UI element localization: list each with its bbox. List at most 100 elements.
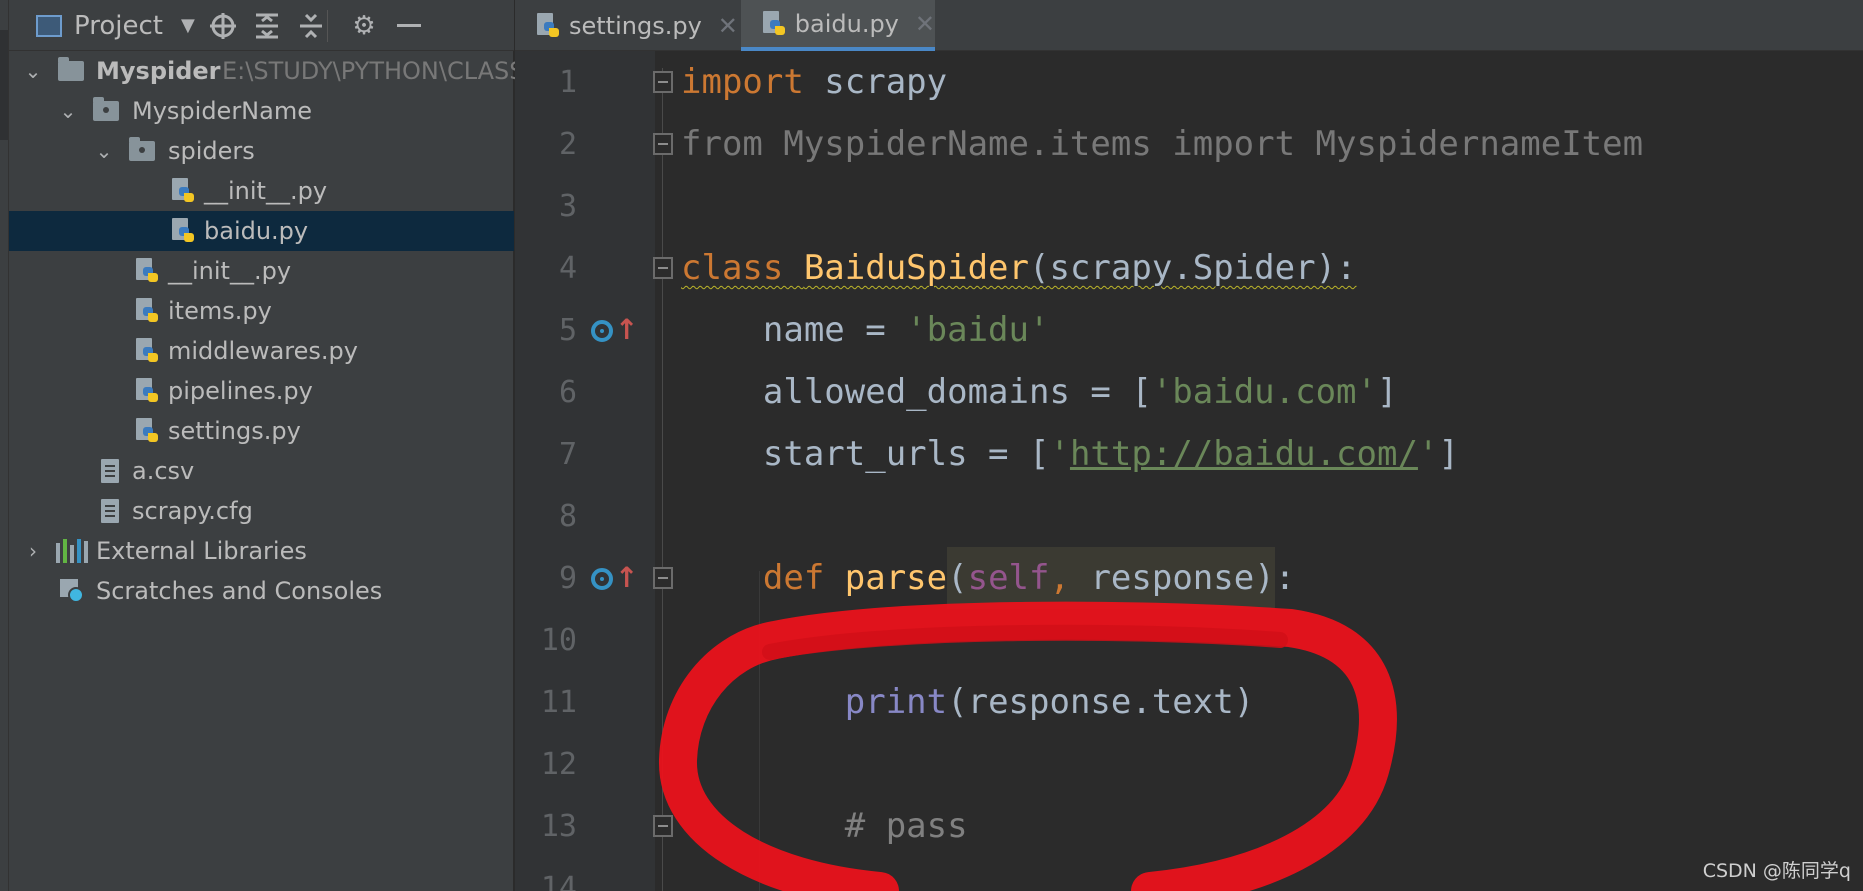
watermark: CSDN @陈同学q (1702, 860, 1851, 882)
code-line[interactable]: def parse(self, response): (681, 547, 1295, 609)
tree-item-baidu[interactable]: baidu.py (9, 211, 514, 251)
code-token: start_urls = [ (681, 434, 1050, 474)
tab-label: settings.py (569, 11, 702, 40)
chevron-down-icon[interactable]: ⌄ (92, 131, 116, 171)
implements-override-icon[interactable]: ↑ (591, 563, 638, 595)
code-line[interactable]: class BaiduSpider(scrapy.Spider): (681, 237, 1357, 299)
tree-item-a-csv[interactable]: a.csv (9, 451, 514, 491)
line-number: 9 (558, 561, 577, 596)
code-line[interactable]: print(response.text) (681, 671, 1254, 733)
code-token: : (1274, 558, 1296, 598)
tree-item-myspider[interactable]: ⌄ Myspider E:\STUDY\PYTHON\CLASS (9, 51, 525, 91)
code-line[interactable]: allowed_domains = ['baidu.com'] (681, 361, 1398, 423)
tree-item-external-libraries[interactable]: › External Libraries (9, 531, 514, 571)
line-number: 11 (540, 685, 577, 720)
line-number: 2 (558, 127, 577, 162)
python-file-icon (134, 331, 160, 371)
tree-item-scrapy-cfg[interactable]: scrapy.cfg (9, 491, 514, 531)
tab-settings-py[interactable]: settings.py ✕ (515, 0, 740, 51)
line-number: 7 (558, 437, 577, 472)
code-token: ( (947, 547, 968, 609)
chevron-down-icon[interactable]: ⌄ (21, 51, 45, 91)
code-token: (response.text) (947, 682, 1255, 722)
code-line[interactable]: name = 'baidu' (681, 299, 1050, 361)
python-file-icon (134, 411, 160, 451)
code-token: import (681, 62, 804, 102)
python-file-icon (134, 371, 160, 411)
code-token: response) (1090, 547, 1275, 609)
tree-item-myspidername[interactable]: ⌄ MyspiderName (9, 91, 514, 131)
tree-item-label: pipelines.py (168, 377, 313, 405)
python-file-icon (537, 12, 559, 39)
python-file-icon (763, 10, 785, 37)
code-token: , (1049, 547, 1091, 609)
close-icon[interactable]: ✕ (915, 10, 935, 38)
code-token: ] (1438, 434, 1459, 474)
line-number: 13 (540, 809, 577, 844)
close-icon[interactable]: ✕ (718, 12, 738, 40)
code-token: BaiduSpider (803, 248, 1029, 288)
tool-window-strip (0, 0, 9, 891)
fold-icon[interactable] (653, 567, 673, 589)
chevron-down-icon[interactable]: ⌄ (56, 91, 80, 131)
code-line[interactable]: import scrapy (681, 51, 947, 113)
fold-icon[interactable] (653, 257, 673, 279)
tree-item-middlewares[interactable]: middlewares.py (9, 331, 514, 371)
line-number: 4 (558, 251, 577, 286)
project-title: Project (74, 10, 163, 41)
tree-item-label: baidu.py (204, 217, 309, 245)
line-number: 5 (558, 313, 577, 348)
tree-item-items[interactable]: items.py (9, 291, 514, 331)
fold-icon[interactable] (653, 71, 673, 93)
scratches-icon (59, 571, 85, 611)
code-token: ] (1376, 372, 1398, 412)
project-view-selector[interactable]: Project ▼ (36, 0, 195, 51)
tree-item-label: items.py (168, 297, 272, 325)
tree-item-label: __init__.py (204, 177, 328, 205)
text-file-icon (97, 451, 123, 491)
expand-all-icon[interactable] (249, 0, 285, 51)
gear-icon[interactable]: ⚙ (346, 0, 382, 51)
code-line[interactable]: # pass (681, 795, 968, 857)
fold-icon[interactable] (653, 815, 673, 837)
code-token: http://baidu.com/ (1069, 434, 1418, 474)
code-token: 'baidu' (906, 310, 1050, 350)
tree-item-package-init[interactable]: __init__.py (9, 251, 514, 291)
line-number: 3 (558, 189, 577, 224)
chevron-down-icon: ▼ (180, 15, 195, 36)
code-line[interactable]: from MyspiderName.items import Myspidern… (681, 113, 1643, 175)
code-line[interactable]: start_urls = ['http://baidu.com/'] (681, 423, 1459, 485)
code-token: 'baidu.com' (1151, 372, 1377, 412)
tree-item-spiders-init[interactable]: __init__.py (9, 171, 514, 211)
locate-icon[interactable] (205, 0, 241, 51)
code-token: (scrapy.Spider): (1029, 248, 1357, 288)
chevron-right-icon[interactable]: › (21, 531, 45, 571)
tree-item-pipelines[interactable]: pipelines.py (9, 371, 514, 411)
package-icon (93, 91, 119, 131)
collapse-all-icon[interactable] (293, 0, 329, 51)
code-token: self (967, 547, 1050, 609)
tree-item-label: middlewares.py (168, 337, 358, 365)
package-icon (129, 131, 155, 171)
python-file-icon (134, 251, 160, 291)
line-number: 14 (540, 871, 577, 891)
tree-item-label: __init__.py (168, 257, 292, 285)
tree-item-label: External Libraries (96, 537, 307, 565)
tree-item-settings[interactable]: settings.py (9, 411, 514, 451)
tree-item-label: a.csv (132, 457, 195, 485)
implements-override-icon[interactable]: ↑ (591, 315, 638, 347)
tree-item-scratches[interactable]: Scratches and Consoles (9, 571, 514, 611)
python-file-icon (134, 291, 160, 331)
fold-icon[interactable] (653, 133, 673, 155)
fold-guide (662, 68, 663, 891)
code-token: parse (844, 558, 948, 598)
code-token: allowed_domains = [ (681, 372, 1152, 412)
line-number: 1 (558, 65, 577, 100)
tab-baidu-py[interactable]: baidu.py ✕ (741, 0, 935, 51)
tree-item-spiders[interactable]: ⌄ spiders (9, 131, 514, 171)
minimize-icon[interactable] (391, 0, 427, 51)
text-file-icon (97, 491, 123, 531)
tree-item-label: settings.py (168, 417, 301, 445)
code-editor[interactable]: 1 2 3 4 5 6 7 8 9 10 11 12 13 14 ↑ ↑ imp… (515, 51, 1863, 891)
